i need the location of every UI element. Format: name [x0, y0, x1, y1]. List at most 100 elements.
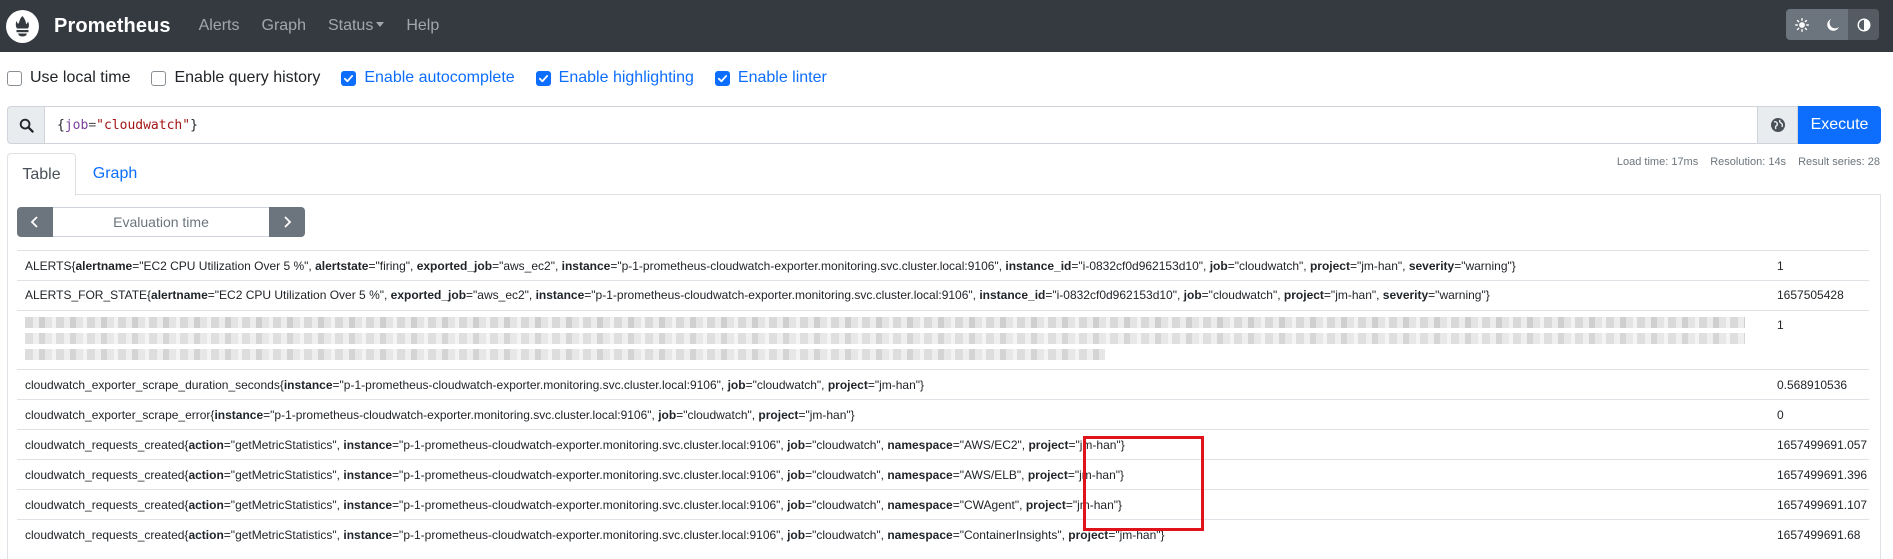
label-name: instance_id	[1005, 259, 1072, 273]
series-value: 1657499691.107	[1777, 498, 1868, 512]
tab-graph[interactable]: Graph	[77, 153, 153, 195]
eval-time-back-button[interactable]	[17, 207, 53, 237]
label-name: job	[787, 498, 806, 512]
table-row: cloudwatch_requests_created{action="getM…	[17, 519, 1869, 549]
series-value: 0.568910536	[1777, 378, 1848, 392]
top-navbar: Prometheus Alerts Graph Status Help	[0, 0, 1893, 52]
series-metric: ALERTS{alertname="EC2 CPU Utilization Ov…	[25, 259, 1516, 273]
series-metric: ALERTS_FOR_STATE{alertname="EC2 CPU Util…	[25, 288, 1490, 302]
option-enable-highlighting[interactable]: Enable highlighting	[535, 69, 694, 87]
label-value: ="p-1-prometheus-cloudwatch-exporter.mon…	[392, 468, 788, 482]
label-name: alertname	[75, 259, 133, 273]
checkbox-checked[interactable]	[341, 70, 357, 86]
search-icon	[7, 106, 44, 144]
label-name: instance_id	[979, 288, 1046, 302]
light-theme-button[interactable]	[1786, 9, 1817, 40]
label-value: ="p-1-prometheus-cloudwatch-exporter.mon…	[332, 378, 728, 392]
label-value: ="p-1-prometheus-cloudwatch-exporter.mon…	[610, 259, 1006, 273]
checkbox-checked[interactable]	[714, 70, 730, 86]
label-value: ="getMetricStatistics",	[223, 498, 344, 512]
label-value: ="getMetricStatistics",	[223, 468, 344, 482]
table-row: 1	[17, 310, 1869, 369]
evaluation-time-control: Evaluation time	[17, 207, 305, 237]
metric-name: cloudwatch_requests_created{	[25, 468, 189, 482]
series-metric: cloudwatch_exporter_scrape_error{instanc…	[25, 408, 855, 422]
label-name: job	[787, 468, 806, 482]
table-row: cloudwatch_requests_created{action="getM…	[17, 429, 1869, 459]
label-name: namespace	[887, 468, 953, 482]
brand[interactable]: Prometheus	[6, 9, 171, 43]
table-row: ALERTS{alertname="EC2 CPU Utilization Ov…	[17, 250, 1869, 280]
nav-status-dropdown[interactable]: Status	[328, 17, 385, 35]
label-name: exported_job	[390, 288, 467, 302]
label-value: ="p-1-prometheus-cloudwatch-exporter.mon…	[392, 438, 788, 452]
option-use-local-time[interactable]: Use local time	[7, 69, 130, 87]
label-value: ="i-0832cf0d962153d10",	[1071, 259, 1210, 273]
metric-close-brace: }	[1485, 288, 1490, 302]
table-row: ALERTS_FOR_STATE{alertname="EC2 CPU Util…	[17, 280, 1869, 310]
series-metric: cloudwatch_requests_created{action="getM…	[25, 498, 1122, 512]
option-enable-query-history[interactable]: Enable query history	[151, 69, 320, 87]
option-enable-linter[interactable]: Enable linter	[714, 69, 827, 87]
label-value: ="cloudwatch",	[676, 408, 759, 422]
panel-tabs: Table Graph	[7, 153, 1881, 196]
label-name: action	[188, 438, 224, 452]
label-name: instance	[343, 468, 393, 482]
label-name: action	[188, 468, 224, 482]
auto-theme-button[interactable]	[1848, 9, 1879, 40]
nav-graph[interactable]: Graph	[262, 17, 306, 35]
eval-time-placeholder: Evaluation time	[113, 214, 209, 230]
label-name: namespace	[887, 498, 953, 512]
table-row: cloudwatch_exporter_scrape_error{instanc…	[17, 399, 1869, 429]
metric-name: cloudwatch_requests_created{	[25, 528, 189, 542]
checkbox[interactable]	[151, 70, 167, 86]
series-value: 1657499691.057	[1777, 438, 1868, 452]
label-value: ="firing",	[368, 259, 417, 273]
nav-alerts[interactable]: Alerts	[199, 17, 240, 35]
label-name: instance	[214, 408, 264, 422]
label-value: ="cloudwatch",	[745, 378, 828, 392]
chevron-right-icon	[284, 216, 292, 228]
label-name: project	[1025, 498, 1066, 512]
dark-theme-button[interactable]	[1817, 9, 1848, 40]
load-time: Load time: 17ms	[1616, 156, 1699, 168]
eval-time-forward-button[interactable]	[269, 207, 305, 237]
label-value: ="p-1-prometheus-cloudwatch-exporter.mon…	[392, 498, 788, 512]
query-stats: Load time: 17ms Resolution: 14s Result s…	[1617, 156, 1880, 168]
series-value: 1	[1777, 259, 1784, 273]
label-value: ="warning"	[1428, 288, 1486, 302]
redacted-series-metric	[25, 317, 1745, 365]
query-options: Use local time Enable query history Enab…	[7, 68, 848, 88]
label-value: ="getMetricStatistics",	[223, 528, 344, 542]
label-value: ="p-1-prometheus-cloudwatch-exporter.mon…	[584, 288, 980, 302]
metric-close-brace: }	[850, 408, 855, 422]
tab-table[interactable]: Table	[7, 153, 76, 196]
expression-input[interactable]: {job = "cloudwatch"}	[44, 106, 1758, 144]
checkbox[interactable]	[7, 70, 22, 86]
check-icon	[538, 74, 548, 82]
option-label: Enable query history	[174, 69, 321, 86]
label-value: ="cloudwatch",	[805, 528, 888, 542]
execute-button[interactable]: Execute	[1798, 106, 1881, 144]
label-value: ="getMetricStatistics",	[223, 438, 344, 452]
label-name: project	[1309, 259, 1350, 273]
evaluation-time-input[interactable]: Evaluation time	[53, 207, 269, 237]
metrics-explorer-button[interactable]	[1758, 106, 1798, 144]
label-name: project	[758, 408, 799, 422]
label-value: ="EC2 CPU Utilization Over 5 %",	[207, 288, 391, 302]
metric-name: cloudwatch_exporter_scrape_error{	[25, 408, 215, 422]
annotation-highlight-box	[1083, 436, 1204, 531]
resolution: Resolution: 14s	[1710, 156, 1787, 168]
label-name: project	[827, 378, 868, 392]
label-value: ="CWAgent",	[952, 498, 1026, 512]
nav-help[interactable]: Help	[406, 17, 439, 35]
label-name: instance	[535, 288, 585, 302]
checkbox-checked[interactable]	[535, 70, 551, 86]
label-name: action	[188, 528, 224, 542]
series-metric: cloudwatch_requests_created{action="getM…	[25, 438, 1125, 452]
option-enable-autocomplete[interactable]: Enable autocomplete	[341, 69, 515, 87]
label-name: instance	[343, 528, 393, 542]
label-name: instance	[343, 438, 393, 452]
label-name: job	[658, 408, 677, 422]
label-value: ="cloudwatch",	[805, 438, 888, 452]
